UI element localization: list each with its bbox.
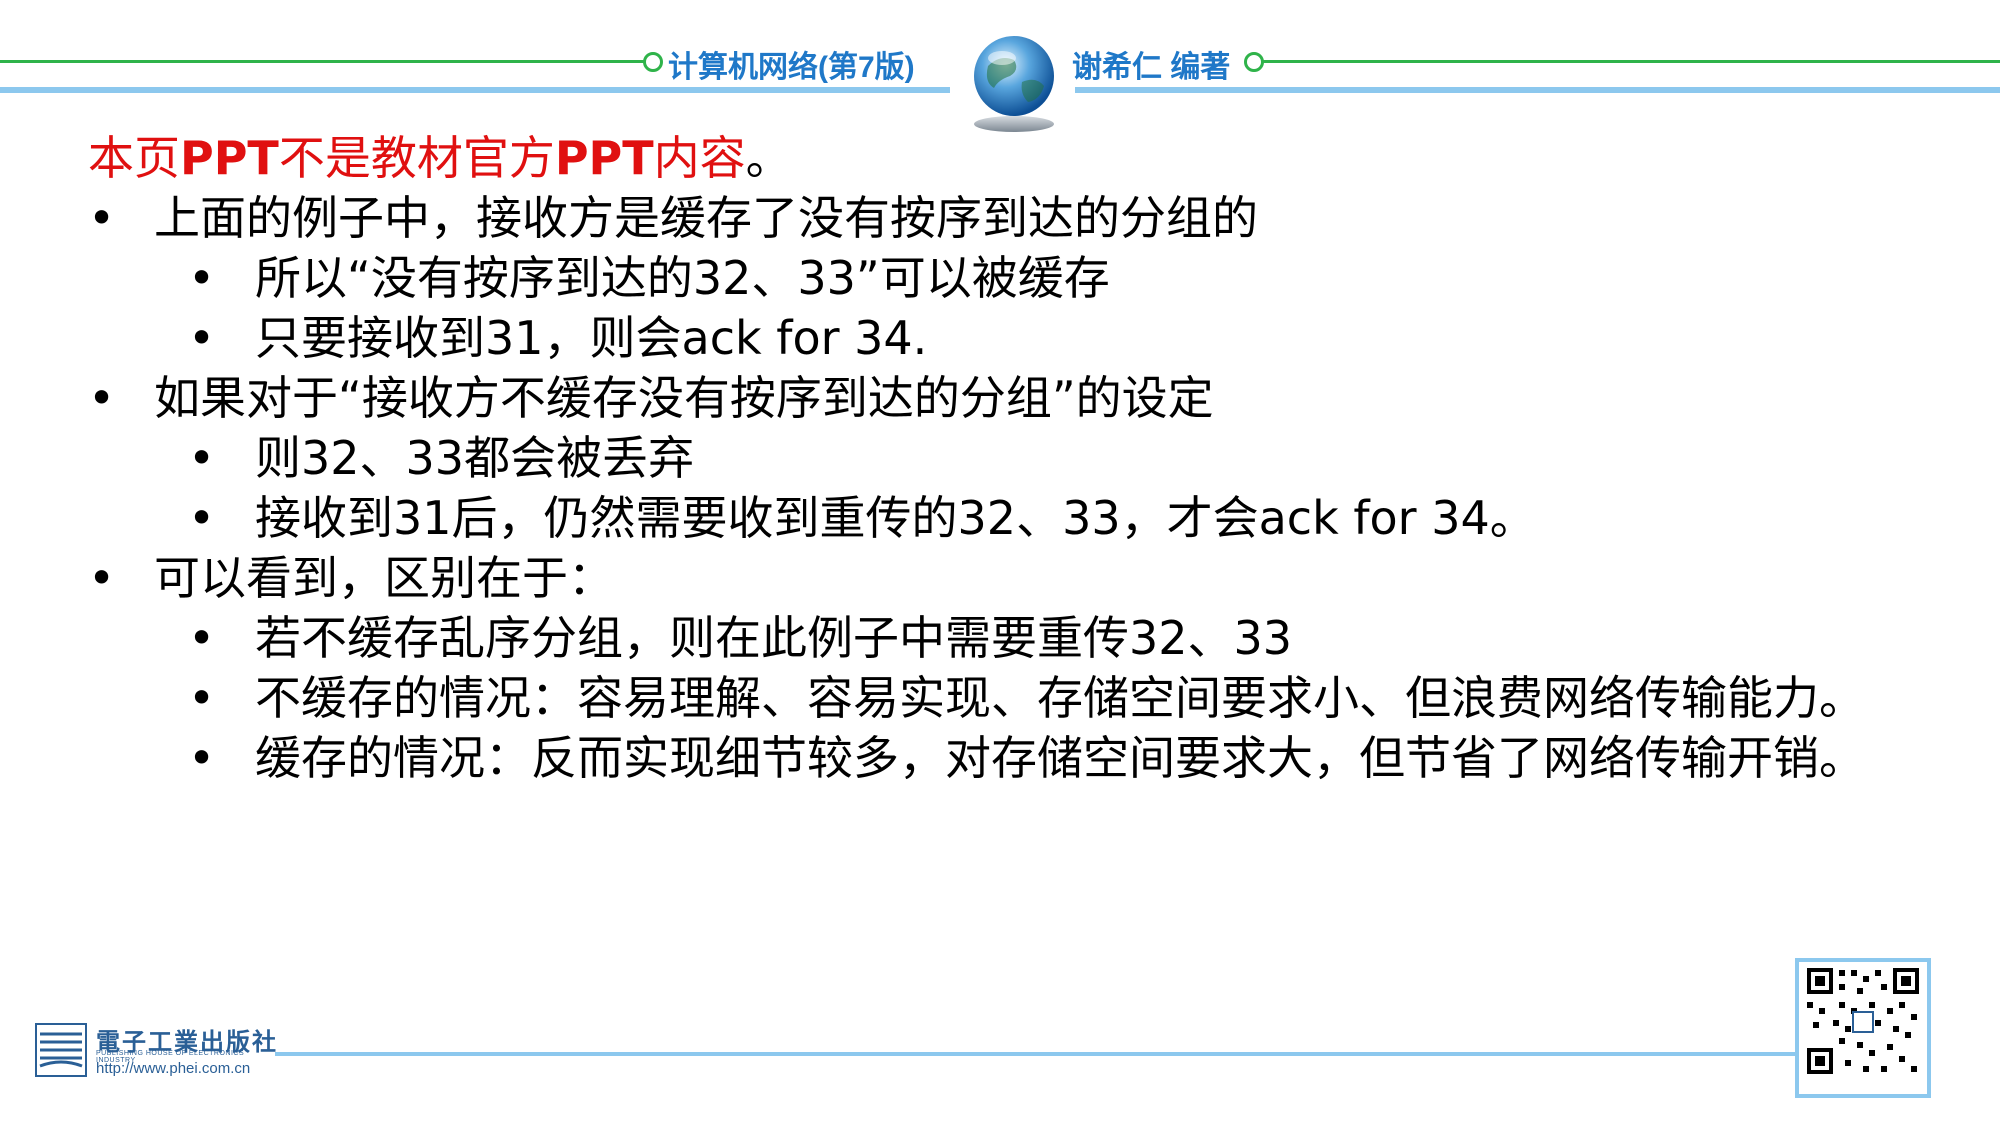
publisher-emblem-icon [35, 1023, 87, 1077]
book-author: 谢希仁 编著 [1072, 51, 1231, 84]
publisher-url[interactable]: http://www.phei.com.cn [96, 1060, 250, 1077]
list-item-text: 可以看到，区别在于： [154, 551, 614, 605]
header-blue-line-right [1075, 87, 2000, 93]
bullet-list: • 可以看到，区别在于： [88, 548, 1878, 608]
bullet-icon: • [188, 611, 216, 665]
list-item-text: 所以“没有按序到达的32、33”可以被缓存 [255, 251, 1110, 305]
list-item: • 只要接收到31，则会ack for 34. [188, 308, 1878, 368]
disclaimer-note: 本页PPT不是教材官方PPT内容。 [88, 131, 792, 185]
list-item-text: 不缓存的情况：容易理解、容易实现、存储空间要求小、但浪费网络传输能力。 [255, 671, 1865, 725]
list-item: • 不缓存的情况：容易理解、容易实现、存储空间要求小、但浪费网络传输能力。 [188, 668, 1878, 728]
list-item-text: 上面的例子中，接收方是缓存了没有按序到达的分组的 [154, 191, 1258, 245]
publisher-logo: 電子工業出版社 PUBLISHING HOUSE OF ELECTRONICS … [34, 1022, 284, 1078]
list-item: • 若不缓存乱序分组，则在此例子中需要重传32、33 [188, 608, 1878, 668]
list-item-text: 若不缓存乱序分组，则在此例子中需要重传32、33 [255, 611, 1293, 665]
bullet-list: • 上面的例子中，接收方是缓存了没有按序到达的分组的 [88, 188, 1878, 248]
header-circle-icon-right [1244, 52, 1264, 72]
bullet-icon: • [188, 491, 216, 545]
list-item: • 可以看到，区别在于： [88, 548, 1878, 608]
list-item-text: 接收到31后，仍然需要收到重传的32、33，才会ack for 34。 [255, 491, 1536, 545]
list-item-text: 只要接收到31，则会ack for 34. [255, 311, 928, 365]
bullet-list: • 如果对于“接收方不缓存没有按序到达的分组”的设定 [88, 368, 1878, 428]
bullet-icon: • [88, 191, 116, 245]
bullet-icon: • [188, 311, 216, 365]
sub-bullet-list: • 则32、33都会被丢弃 • 接收到31后，仍然需要收到重传的32、33，才会… [88, 428, 1878, 548]
list-item-text: 缓存的情况：反而实现细节较多，对存储空间要求大，但节省了网络传输开销。 [255, 731, 1865, 785]
list-item: • 则32、33都会被丢弃 [188, 428, 1878, 488]
bullet-icon: • [88, 371, 116, 425]
bullet-icon: • [188, 431, 216, 485]
header-circle-icon-left [643, 52, 663, 72]
slide-content: 本页PPT不是教材官方PPT内容。 • 上面的例子中，接收方是缓存了没有按序到达… [88, 128, 1878, 788]
book-title: 计算机网络(第7版) [668, 51, 915, 84]
footer-line [275, 1052, 1800, 1056]
sub-bullet-list: • 所以“没有按序到达的32、33”可以被缓存 • 只要接收到31，则会ack … [88, 248, 1878, 368]
header-green-line-right [1250, 60, 2000, 63]
qr-code-icon [1807, 968, 1919, 1074]
bullet-icon: • [188, 251, 216, 305]
header-blue-line-left [0, 87, 950, 93]
qr-code [1795, 958, 1931, 1098]
sub-bullet-list: • 若不缓存乱序分组，则在此例子中需要重传32、33 • 不缓存的情况：容易理解… [88, 608, 1878, 788]
list-item: • 如果对于“接收方不缓存没有按序到达的分组”的设定 [88, 368, 1878, 428]
list-item: • 上面的例子中，接收方是缓存了没有按序到达的分组的 [88, 188, 1878, 248]
bullet-icon: • [188, 731, 216, 785]
bullet-icon: • [88, 551, 116, 605]
list-item: • 所以“没有按序到达的32、33”可以被缓存 [188, 248, 1878, 308]
header-green-line-left [0, 60, 650, 63]
list-item-text: 如果对于“接收方不缓存没有按序到达的分组”的设定 [154, 371, 1214, 425]
globe-icon [974, 36, 1054, 132]
list-item-text: 则32、33都会被丢弃 [255, 431, 695, 485]
list-item: • 缓存的情况：反而实现细节较多，对存储空间要求大，但节省了网络传输开销。 [188, 728, 1878, 788]
bullet-icon: • [188, 671, 216, 725]
list-item: • 接收到31后，仍然需要收到重传的32、33，才会ack for 34。 [188, 488, 1878, 548]
